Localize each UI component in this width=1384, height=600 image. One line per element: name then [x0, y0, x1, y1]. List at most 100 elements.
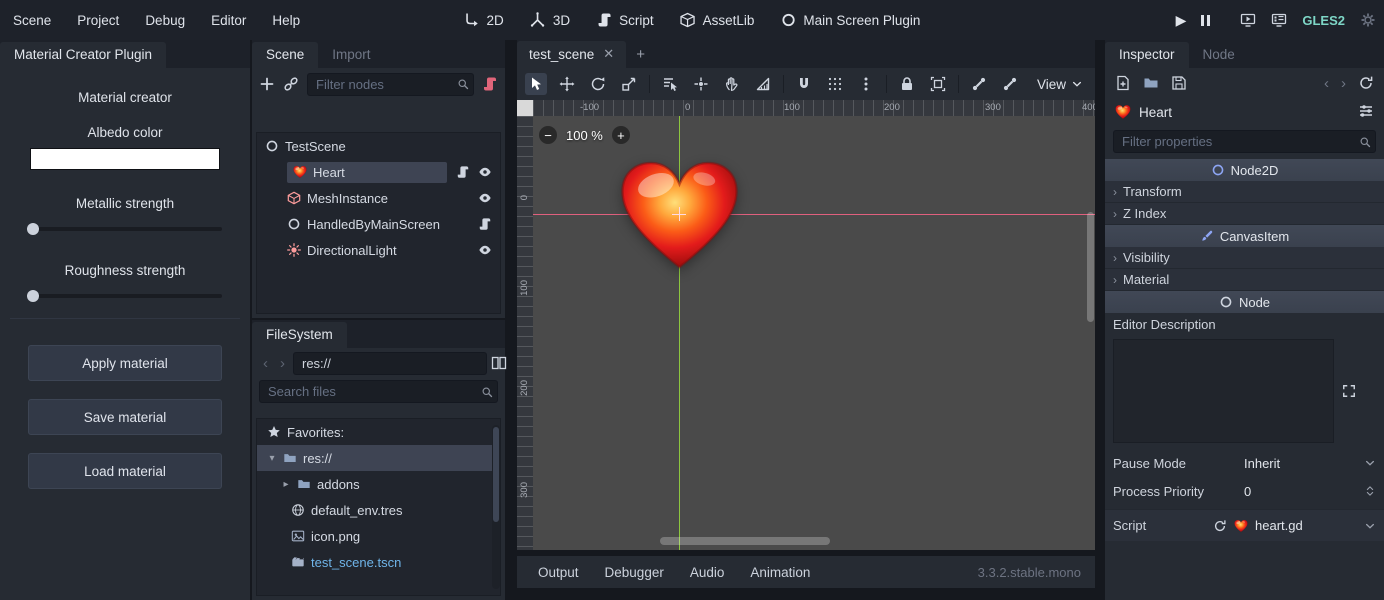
tab-filesystem[interactable]: FileSystem: [252, 322, 347, 348]
process-priority-spinner[interactable]: 0: [1244, 484, 1376, 499]
play-button[interactable]: ▶: [1176, 12, 1187, 29]
scrollbar-thumb[interactable]: [493, 427, 499, 522]
tree-row-testscene[interactable]: TestScene: [257, 133, 500, 159]
ruler-tool-button[interactable]: [752, 73, 774, 95]
snap-options-button[interactable]: [855, 73, 877, 95]
scale-tool-button[interactable]: [618, 73, 640, 95]
workspace-main-screen-plugin-button[interactable]: Main Screen Plugin: [780, 12, 920, 28]
grid-snap-button[interactable]: [824, 73, 846, 95]
tab-node[interactable]: Node: [1189, 42, 1249, 68]
fs-row-res-root[interactable]: ▾ res://: [257, 445, 500, 471]
save-material-button[interactable]: Save material: [28, 399, 222, 435]
add-node-icon[interactable]: [259, 76, 275, 92]
history-back-icon[interactable]: ‹: [1324, 75, 1329, 92]
tab-test-scene[interactable]: test_scene ✕: [517, 41, 626, 68]
fs-row-default-env[interactable]: default_env.tres: [257, 497, 500, 523]
metallic-strength-slider[interactable]: [28, 227, 222, 231]
filter-properties-input[interactable]: [1113, 130, 1376, 153]
audio-panel-button[interactable]: Audio: [679, 561, 736, 584]
fs-row-test-scene[interactable]: test_scene.tscn: [257, 549, 500, 575]
favorites-row[interactable]: Favorites:: [257, 419, 500, 445]
tree-row-meshinstance[interactable]: MeshInstance: [257, 185, 500, 211]
close-tab-icon[interactable]: ✕: [603, 46, 614, 62]
filesystem-menu-dots-icon[interactable]: [489, 327, 505, 341]
fs-row-addons[interactable]: ▸ addons: [257, 471, 500, 497]
rotate-tool-button[interactable]: [587, 73, 609, 95]
property-group-material[interactable]: › Material: [1105, 269, 1384, 291]
workspace-2d-button[interactable]: 2D: [464, 12, 504, 28]
tab-scene[interactable]: Scene: [252, 42, 318, 68]
script-attached-icon[interactable]: [456, 165, 470, 179]
tab-material-creator-plugin[interactable]: Material Creator Plugin: [0, 42, 166, 68]
history-forward-icon[interactable]: ›: [1341, 75, 1346, 92]
reload-script-icon[interactable]: [1213, 519, 1227, 533]
2d-canvas[interactable]: -100 0 100 200 300 400 0 100 200 300 − 1…: [517, 100, 1095, 550]
roughness-slider-grabber[interactable]: [27, 290, 39, 302]
object-tools-sliders-icon[interactable]: [1358, 103, 1374, 119]
load-resource-folder-icon[interactable]: [1143, 75, 1159, 91]
zoom-in-button[interactable]: +: [612, 126, 630, 144]
visibility-eye-icon[interactable]: [478, 165, 492, 179]
pivot-tool-button[interactable]: [690, 73, 712, 95]
history-back-icon[interactable]: ‹: [259, 355, 272, 372]
output-panel-button[interactable]: Output: [527, 561, 590, 584]
search-files-input[interactable]: [259, 380, 498, 403]
script-dropdown[interactable]: heart.gd: [1213, 518, 1376, 533]
filesystem-scrollbar[interactable]: [492, 425, 500, 589]
instance-scene-chain-icon[interactable]: [283, 76, 299, 92]
list-select-button[interactable]: [659, 73, 681, 95]
horizontal-scrollbar[interactable]: [660, 537, 830, 545]
menu-scene[interactable]: Scene: [0, 8, 64, 33]
smart-snap-button[interactable]: [793, 73, 815, 95]
roughness-strength-slider[interactable]: [28, 294, 222, 298]
object-history-icon[interactable]: [1358, 75, 1374, 91]
scene-dock-menu-dots-icon[interactable]: [489, 47, 505, 61]
select-tool-button[interactable]: [525, 73, 547, 95]
move-tool-button[interactable]: [556, 73, 578, 95]
visibility-eye-icon[interactable]: [478, 191, 492, 205]
workspace-assetlib-button[interactable]: AssetLib: [680, 12, 755, 28]
load-material-button[interactable]: Load material: [28, 453, 222, 489]
tab-inspector[interactable]: Inspector: [1105, 42, 1189, 68]
tree-row-directionallight[interactable]: DirectionalLight: [257, 237, 500, 263]
distraction-free-icon[interactable]: [1079, 47, 1095, 62]
debugger-panel-button[interactable]: Debugger: [594, 561, 675, 584]
menu-project[interactable]: Project: [64, 8, 132, 33]
fs-row-icon-png[interactable]: icon.png: [257, 523, 500, 549]
editor-description-input[interactable]: [1113, 339, 1334, 443]
selected-node-highlight[interactable]: Heart: [287, 162, 447, 183]
filter-nodes-input[interactable]: [307, 73, 474, 96]
new-tab-button[interactable]: +: [626, 42, 655, 67]
lock-object-button[interactable]: [896, 73, 918, 95]
zoom-level[interactable]: 100 %: [566, 128, 603, 143]
visibility-eye-icon[interactable]: [478, 243, 492, 257]
view-menu-button[interactable]: View: [1033, 77, 1087, 92]
panel-menu-dots-icon[interactable]: [234, 47, 250, 61]
expand-arrow-icon[interactable]: ▸: [281, 479, 291, 490]
animation-panel-button[interactable]: Animation: [739, 561, 821, 584]
play-custom-scene-icon[interactable]: [1271, 12, 1287, 28]
history-forward-icon[interactable]: ›: [276, 355, 289, 372]
section-canvasitem[interactable]: CanvasItem: [1105, 225, 1384, 247]
tree-row-handledbymainscreen[interactable]: HandledByMainScreen: [257, 211, 500, 237]
script-attached-icon[interactable]: [478, 217, 492, 231]
apply-material-button[interactable]: Apply material: [28, 345, 222, 381]
workspace-3d-button[interactable]: 3D: [530, 12, 570, 28]
vertical-scrollbar[interactable]: [1087, 212, 1094, 322]
pan-tool-button[interactable]: [721, 73, 743, 95]
group-object-button[interactable]: [927, 73, 949, 95]
tree-row-heart[interactable]: Heart: [257, 159, 500, 185]
property-group-visibility[interactable]: › Visibility: [1105, 247, 1384, 269]
collapse-arrow-icon[interactable]: ▾: [267, 453, 277, 464]
menu-help[interactable]: Help: [259, 8, 313, 33]
attach-script-icon[interactable]: [482, 76, 498, 92]
pause-mode-dropdown[interactable]: Inherit: [1244, 456, 1376, 471]
play-scene-icon[interactable]: [1240, 12, 1256, 28]
current-path-input[interactable]: [293, 352, 487, 375]
skeleton-button[interactable]: [968, 73, 990, 95]
tab-import[interactable]: Import: [318, 42, 384, 68]
split-view-icon[interactable]: [491, 355, 507, 371]
new-resource-icon[interactable]: [1115, 75, 1131, 91]
section-node2d[interactable]: Node2D: [1105, 159, 1384, 181]
skeleton-options-button[interactable]: [999, 73, 1021, 95]
